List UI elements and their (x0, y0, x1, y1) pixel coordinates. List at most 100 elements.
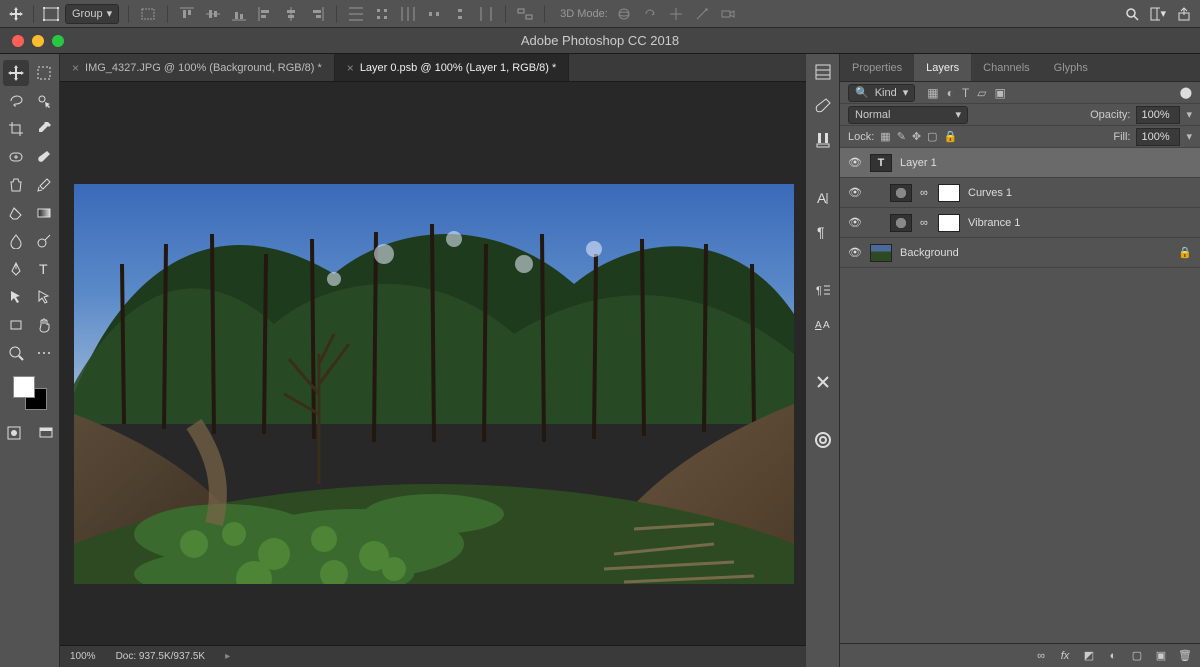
show-transform-icon[interactable] (138, 4, 158, 24)
healing-brush-tool[interactable] (3, 144, 29, 170)
quick-mask-icon[interactable] (1, 420, 27, 446)
doc-info[interactable]: Doc: 937.5K/937.5K (116, 651, 206, 662)
distribute-left-icon[interactable] (424, 4, 444, 24)
blur-tool[interactable] (3, 228, 29, 254)
slide3d-icon[interactable] (692, 4, 712, 24)
layer-name[interactable]: Layer 1 (900, 157, 1192, 169)
canvas[interactable] (60, 82, 806, 645)
character-styles-panel-icon[interactable]: AA (811, 312, 835, 336)
chevron-down-icon[interactable]: ▾ (1186, 130, 1192, 143)
mask-link-icon[interactable]: ∞ (920, 217, 930, 229)
new-group-icon[interactable]: ▢ (1130, 649, 1144, 662)
layer-thumbnail[interactable] (890, 184, 912, 202)
marquee-tool[interactable] (31, 60, 57, 86)
layer-name[interactable]: Curves 1 (968, 187, 1192, 199)
visibility-icon[interactable]: 👁 (848, 216, 862, 229)
arrange-docs-icon[interactable]: ▾ (1150, 6, 1166, 22)
align-hcenter-icon[interactable] (281, 4, 301, 24)
window-zoom-button[interactable] (52, 35, 64, 47)
brush-tool[interactable] (31, 144, 57, 170)
search-icon[interactable] (1124, 6, 1140, 22)
libraries-panel-icon[interactable] (811, 428, 835, 452)
layer-row[interactable]: 👁 Background 🔒 (840, 238, 1200, 268)
path-select-tool[interactable] (3, 284, 29, 310)
visibility-icon[interactable]: 👁 (848, 156, 862, 169)
layer-thumbnail[interactable]: T (870, 154, 892, 172)
mask-link-icon[interactable]: ∞ (920, 187, 930, 199)
close-tab-icon[interactable]: × (347, 61, 354, 75)
opacity-field[interactable] (1136, 106, 1180, 124)
layer-filter-kind[interactable]: 🔍 Kind ▾ (848, 84, 915, 102)
dodge-tool[interactable] (31, 228, 57, 254)
screen-mode-icon[interactable] (33, 420, 59, 446)
close-tab-icon[interactable]: × (72, 61, 79, 75)
align-left-icon[interactable] (255, 4, 275, 24)
move-tool[interactable] (3, 60, 29, 86)
move-tool-icon[interactable] (8, 6, 24, 22)
brush-settings-panel-icon[interactable] (811, 128, 835, 152)
align-top-icon[interactable] (177, 4, 197, 24)
camera3d-icon[interactable] (718, 4, 738, 24)
pen-tool[interactable] (3, 256, 29, 282)
lock-pixels-icon[interactable]: ✎ (897, 130, 906, 143)
layer-thumbnail[interactable] (870, 244, 892, 262)
document-tab-1[interactable]: × Layer 0.psb @ 100% (Layer 1, RGB/8) * (335, 54, 569, 81)
share-icon[interactable] (1176, 6, 1192, 22)
layer-row[interactable]: 👁 T Layer 1 (840, 148, 1200, 178)
eraser-tool[interactable] (3, 200, 29, 226)
visibility-icon[interactable]: 👁 (848, 246, 862, 259)
brushes-panel-icon[interactable] (811, 94, 835, 118)
distribute-bottom-icon[interactable] (398, 4, 418, 24)
layer-row[interactable]: 👁 ∞ Vibrance 1 (840, 208, 1200, 238)
direct-select-tool[interactable] (31, 284, 57, 310)
history-brush-tool[interactable] (31, 172, 57, 198)
new-layer-icon[interactable]: ▣ (1154, 649, 1168, 662)
layer-mask-thumbnail[interactable] (938, 214, 960, 232)
rectangle-tool[interactable] (3, 312, 29, 338)
paragraph-panel-icon[interactable]: ¶ (811, 220, 835, 244)
filter-pixel-icon[interactable]: ▦ (927, 86, 938, 100)
lock-transparency-icon[interactable]: ▦ (880, 130, 890, 143)
modifiers-panel-icon[interactable] (811, 370, 835, 394)
layer-name[interactable]: Background (900, 247, 1170, 259)
eyedropper-tool[interactable] (31, 116, 57, 142)
quick-select-tool[interactable] (31, 88, 57, 114)
lasso-tool[interactable] (3, 88, 29, 114)
layer-thumbnail[interactable] (890, 214, 912, 232)
auto-align-icon[interactable] (515, 4, 535, 24)
roll3d-icon[interactable] (640, 4, 660, 24)
window-close-button[interactable] (12, 35, 24, 47)
auto-select-dropdown[interactable]: Group ▾ (65, 4, 119, 24)
color-swatches[interactable] (13, 376, 47, 410)
crop-tool[interactable] (3, 116, 29, 142)
character-panel-icon[interactable]: A (811, 186, 835, 210)
window-minimize-button[interactable] (32, 35, 44, 47)
distribute-right-icon[interactable] (476, 4, 496, 24)
gradient-tool[interactable] (31, 200, 57, 226)
filter-adjustment-icon[interactable]: ◐ (947, 86, 954, 100)
zoom-level[interactable]: 100% (70, 651, 96, 662)
tab-layers[interactable]: Layers (914, 53, 971, 81)
add-adjustment-icon[interactable]: ◐ (1106, 650, 1120, 662)
clone-tool[interactable] (3, 172, 29, 198)
blend-mode-select[interactable]: Normal ▾ (848, 106, 968, 124)
filter-toggle-icon[interactable]: ⬤ (1180, 86, 1192, 99)
align-right-icon[interactable] (307, 4, 327, 24)
add-mask-icon[interactable]: ◩ (1082, 649, 1096, 662)
tab-channels[interactable]: Channels (971, 54, 1041, 81)
distribute-top-icon[interactable] (346, 4, 366, 24)
filter-smart-icon[interactable]: ▣ (994, 86, 1005, 100)
type-tool[interactable]: T (31, 256, 57, 282)
delete-layer-icon[interactable]: 🗑 (1178, 649, 1192, 662)
align-vcenter-icon[interactable] (203, 4, 223, 24)
visibility-icon[interactable]: 👁 (848, 186, 862, 199)
history-panel-icon[interactable] (811, 60, 835, 84)
distribute-vcenter-icon[interactable] (372, 4, 392, 24)
zoom-tool[interactable] (3, 340, 29, 366)
fill-field[interactable] (1136, 128, 1180, 146)
edit-toolbar[interactable] (31, 340, 57, 366)
tab-properties[interactable]: Properties (840, 54, 914, 81)
lock-all-icon[interactable]: 🔒 (944, 130, 958, 143)
fx-icon[interactable]: fx (1058, 650, 1072, 662)
lock-artboard-icon[interactable]: ▢ (927, 130, 937, 143)
